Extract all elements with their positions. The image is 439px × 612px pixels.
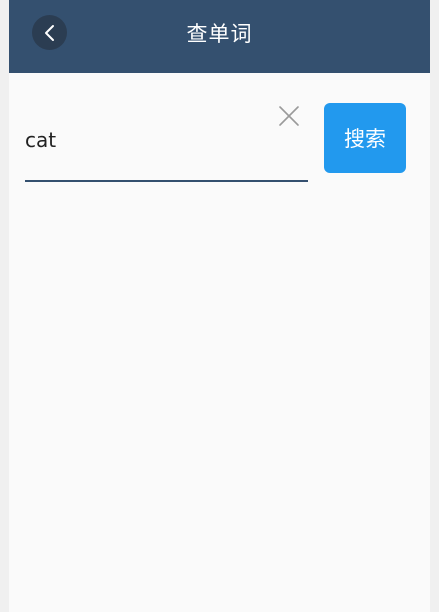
back-button[interactable] bbox=[32, 15, 67, 50]
close-icon bbox=[278, 105, 300, 127]
header-bar: 查单词 bbox=[9, 0, 430, 73]
search-button[interactable]: 搜索 bbox=[324, 103, 406, 173]
search-field bbox=[25, 100, 308, 182]
page-title: 查单词 bbox=[186, 22, 253, 46]
chevron-left-icon bbox=[43, 24, 57, 42]
clear-button[interactable] bbox=[278, 105, 300, 127]
search-input-underline bbox=[25, 180, 308, 182]
search-input[interactable] bbox=[25, 120, 265, 160]
app-screen: 查单词 搜索 bbox=[9, 0, 430, 612]
